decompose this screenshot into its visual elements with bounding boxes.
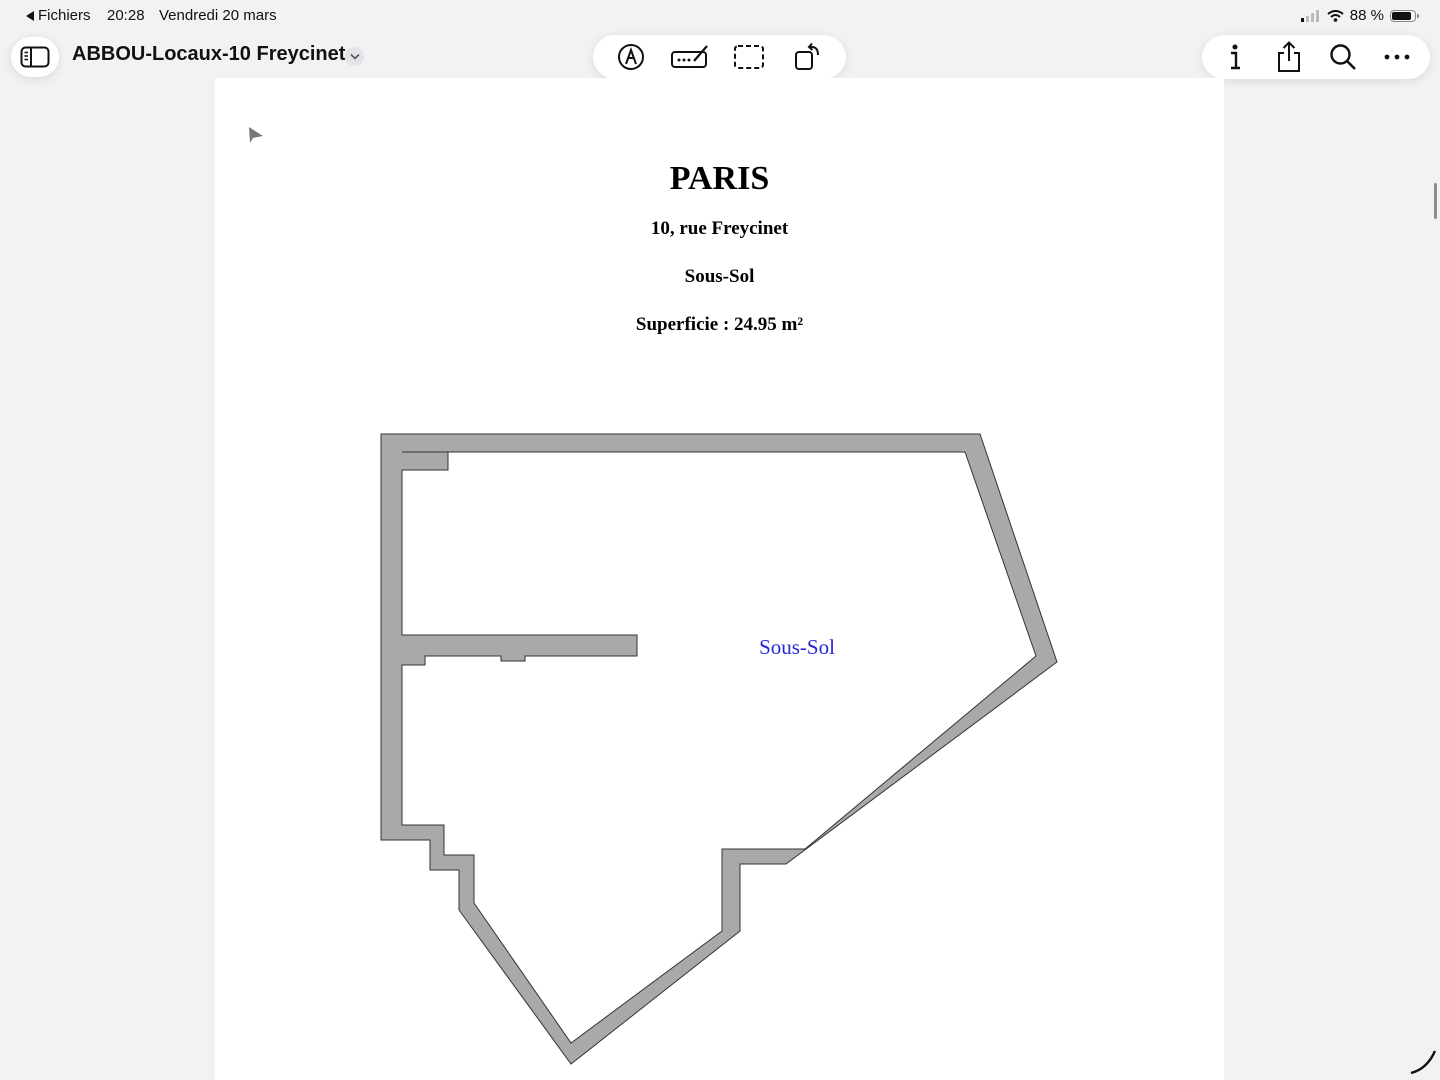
status-bar: Fichiers 20:28 Vendredi 20 mars 88 % bbox=[0, 0, 1440, 34]
markup-toolbar bbox=[593, 35, 846, 79]
wifi-icon bbox=[1327, 9, 1344, 22]
markup-button[interactable] bbox=[611, 37, 651, 77]
floor-plan-walls bbox=[380, 433, 1058, 1065]
info-icon bbox=[1231, 44, 1240, 70]
more-button[interactable] bbox=[1377, 37, 1417, 77]
pdf-page[interactable]: PARIS 10, rue Freycinet Sous-Sol Superfi… bbox=[215, 78, 1224, 1080]
search-icon bbox=[1330, 44, 1356, 70]
clock-date: Vendredi 20 mars bbox=[159, 7, 277, 24]
document-title[interactable]: ABBOU-Locaux-10 Freycinet bbox=[72, 43, 345, 66]
selection-icon bbox=[734, 45, 765, 69]
battery-icon bbox=[1390, 9, 1419, 22]
clock-time: 20:28 bbox=[107, 7, 145, 24]
sidebar-icon bbox=[20, 46, 50, 68]
battery-percent: 88 % bbox=[1349, 7, 1384, 24]
back-arrow-icon bbox=[26, 10, 34, 21]
chevron-down-icon bbox=[349, 53, 360, 60]
rotate-icon bbox=[795, 42, 820, 70]
more-icon bbox=[1384, 54, 1410, 60]
back-label: Fichiers bbox=[38, 7, 91, 24]
cellular-signal-icon bbox=[1300, 9, 1319, 22]
title-menu-button[interactable] bbox=[345, 47, 364, 66]
battery-level bbox=[1392, 11, 1412, 20]
share-button[interactable] bbox=[1269, 37, 1309, 77]
search-button[interactable] bbox=[1323, 37, 1363, 77]
floor-plan bbox=[380, 433, 1058, 1065]
document-actions bbox=[1202, 35, 1430, 79]
room-label: Sous-Sol bbox=[759, 635, 835, 659]
markup-icon bbox=[617, 44, 644, 70]
signature-button[interactable] bbox=[670, 37, 710, 77]
sidebar-toggle-button[interactable] bbox=[11, 37, 59, 77]
back-to-files-link[interactable]: Fichiers bbox=[26, 7, 91, 24]
pencil-hover-icon bbox=[1410, 1050, 1437, 1075]
status-indicators: 88 % bbox=[1300, 7, 1419, 24]
rotate-button[interactable] bbox=[788, 37, 828, 77]
selection-button[interactable] bbox=[729, 37, 769, 77]
info-button[interactable] bbox=[1215, 37, 1255, 77]
signature-icon bbox=[670, 45, 708, 68]
share-icon bbox=[1278, 41, 1300, 72]
scroll-indicator[interactable] bbox=[1434, 183, 1437, 219]
